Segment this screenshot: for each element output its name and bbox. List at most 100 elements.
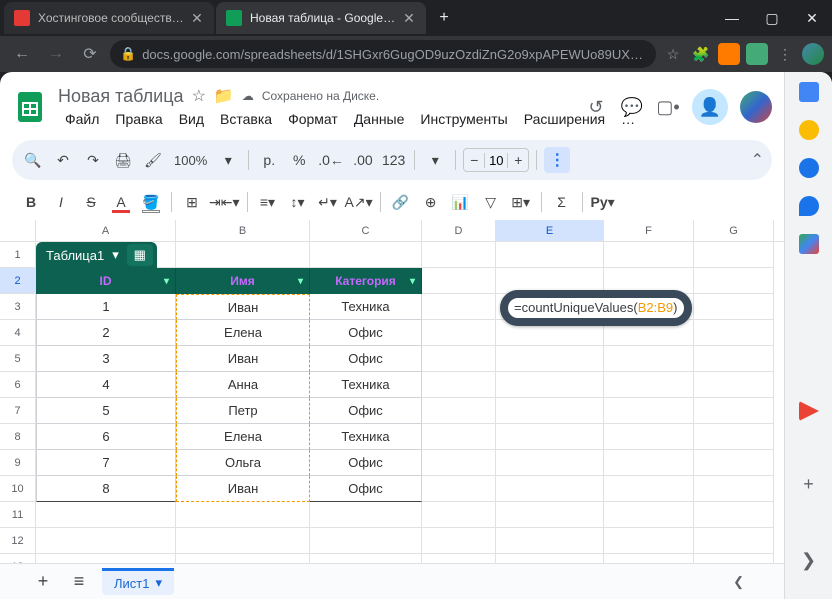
menu-format[interactable]: Формат [281,109,345,129]
font-select[interactable]: ▾ [422,147,448,173]
table-cell[interactable]: Петр [176,398,310,424]
cell[interactable] [496,372,604,398]
font-size-decrease[interactable]: − [464,152,484,168]
col-header-F[interactable]: F [604,220,694,241]
back-button[interactable]: ← [8,40,36,68]
cell[interactable] [422,294,496,320]
close-icon[interactable]: ✕ [190,11,204,25]
cell[interactable] [694,268,774,294]
chevron-down-icon[interactable]: ▾ [298,276,303,287]
cell[interactable] [496,450,604,476]
cell[interactable] [176,528,310,554]
decrease-decimal-button[interactable]: .0← [316,147,346,173]
cell[interactable] [604,372,694,398]
cell[interactable] [496,346,604,372]
table-cell[interactable]: Офис [310,346,422,372]
cell[interactable] [176,242,310,268]
filter-views-button[interactable]: ⊞▾ [508,189,534,215]
table-cell[interactable]: 4 [36,372,176,398]
col-header-D[interactable]: D [422,220,496,241]
cell[interactable] [422,424,496,450]
row-header[interactable]: 2 [0,268,36,294]
browser-tab-1[interactable]: Новая таблица - Google Табли ✕ [216,2,426,34]
minimize-button[interactable]: — [712,0,752,36]
browser-menu-icon[interactable]: ⋮ [774,43,796,65]
cell[interactable] [422,476,496,502]
py-button[interactable]: Py▾ [590,189,616,215]
strikethrough-button[interactable]: S [78,189,104,215]
row-header[interactable]: 5 [0,346,36,372]
select-all-corner[interactable] [0,220,36,241]
calendar-icon[interactable] [799,82,819,102]
menu-tools[interactable]: Инструменты [413,109,514,129]
table-header-category[interactable]: Категория▾ [310,268,422,294]
cell[interactable] [604,346,694,372]
table-cell[interactable]: 6 [36,424,176,450]
add-addon-button[interactable]: + [796,471,822,497]
extension-2[interactable] [746,43,768,65]
print-icon[interactable]: 🖨 [110,147,136,173]
cell[interactable] [422,398,496,424]
cell[interactable] [422,372,496,398]
cell[interactable] [496,398,604,424]
table-cell[interactable]: Елена [176,424,310,450]
cell[interactable] [496,502,604,528]
extension-1[interactable] [718,43,740,65]
cell[interactable] [694,346,774,372]
history-icon[interactable]: ↺ [584,95,608,119]
profile-avatar[interactable] [802,43,824,65]
col-header-E[interactable]: E [496,220,604,241]
wrap-button[interactable]: ↵▾ [315,189,341,215]
extensions-icon[interactable]: 🧩 [690,43,712,65]
cell[interactable] [36,528,176,554]
table-cell[interactable]: 7 [36,450,176,476]
menu-data[interactable]: Данные [347,109,412,129]
merge-button[interactable]: ⇥⇤▾ [209,189,240,215]
cell[interactable] [422,346,496,372]
comments-icon[interactable]: 💬 [620,95,644,119]
cell[interactable] [496,424,604,450]
star-icon[interactable]: ☆ [662,43,684,65]
table-cell[interactable]: Офис [310,450,422,476]
collapse-toolbar-icon[interactable]: ⌃ [751,150,764,170]
table-cell[interactable]: Иван [176,294,310,320]
rotate-button[interactable]: A↗▾ [345,189,373,215]
paint-format-icon[interactable]: 🖌 [140,147,166,173]
menu-insert[interactable]: Вставка [213,109,279,129]
table-cell[interactable]: Анна [176,372,310,398]
row-header[interactable]: 12 [0,528,36,554]
close-icon[interactable]: ✕ [402,11,416,25]
redo-icon[interactable]: ↷ [80,147,106,173]
table-cell[interactable]: Офис [310,476,422,502]
cell[interactable] [604,528,694,554]
row-header[interactable]: 10 [0,476,36,502]
cell[interactable] [422,450,496,476]
add-sheet-button[interactable]: + [30,569,56,595]
row-header[interactable]: 3 [0,294,36,320]
cell[interactable] [694,424,774,450]
row-header[interactable]: 4 [0,320,36,346]
cell[interactable] [694,294,774,320]
percent-button[interactable]: % [286,147,312,173]
reload-button[interactable]: ⟳ [76,40,104,68]
cell[interactable] [604,450,694,476]
cell[interactable] [694,320,774,346]
row-header[interactable]: 1 [0,242,36,268]
cell[interactable] [36,502,176,528]
cell[interactable] [422,242,496,268]
row-header[interactable]: 6 [0,372,36,398]
doc-title[interactable]: Новая таблица [58,86,184,107]
increase-decimal-button[interactable]: .00 [350,147,376,173]
cell[interactable] [422,320,496,346]
text-color-button[interactable]: A [108,189,134,215]
menu-file[interactable]: Файл [58,109,106,129]
table-cell[interactable]: Офис [310,398,422,424]
row-header[interactable]: 9 [0,450,36,476]
table-cell[interactable]: Офис [310,320,422,346]
cell[interactable] [694,450,774,476]
cell[interactable] [310,502,422,528]
close-button[interactable]: ✕ [792,0,832,36]
table-cell[interactable]: Техника [310,294,422,320]
cell[interactable] [604,476,694,502]
table-cell[interactable]: 3 [36,346,176,372]
